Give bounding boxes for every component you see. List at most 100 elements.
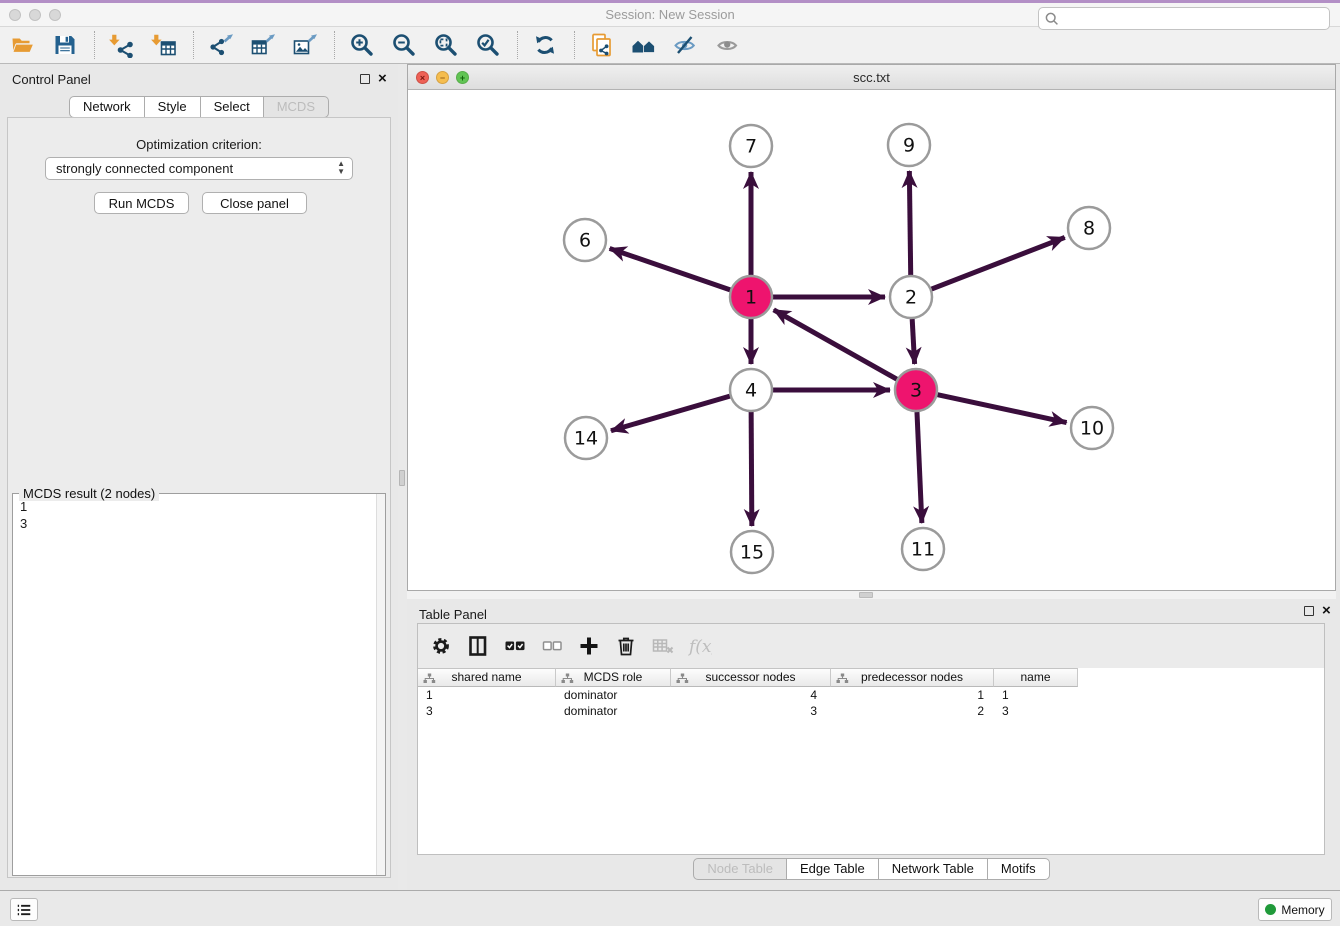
column-header-name[interactable]: name — [994, 668, 1078, 687]
add-column-button[interactable] — [574, 631, 604, 661]
table-row[interactable]: 1dominator411 — [418, 687, 1324, 703]
select-all-button[interactable] — [500, 631, 530, 661]
zoom-fit-button[interactable] — [429, 29, 463, 61]
zoom-in-button[interactable] — [345, 29, 379, 61]
svg-text:10: 10 — [1080, 418, 1104, 440]
svg-text:3: 3 — [910, 380, 922, 402]
graph-node-4[interactable]: 4 — [730, 369, 772, 411]
svg-text:9: 9 — [903, 135, 915, 157]
graph-edge-2-8[interactable] — [932, 237, 1065, 289]
column-header-predecessor-nodes[interactable]: predecessor nodes — [831, 668, 994, 687]
run-mcds-button[interactable]: Run MCDS — [94, 192, 189, 214]
tab-motifs[interactable]: Motifs — [988, 858, 1050, 880]
control-panel: Control Panel × NetworkStyleSelectMCDS O… — [0, 64, 398, 890]
graph-node-3[interactable]: 3 — [895, 369, 937, 411]
graph-edge-1-6[interactable] — [610, 248, 731, 289]
graph-edge-4-14[interactable] — [611, 396, 730, 431]
status-bar: Memory — [0, 890, 1340, 926]
table-cell: 3 — [994, 703, 1078, 719]
graph-edge-4-15[interactable] — [751, 412, 752, 526]
tab-select[interactable]: Select — [201, 96, 264, 118]
export-network-button[interactable] — [204, 29, 238, 61]
import-network-button[interactable] — [105, 29, 139, 61]
table-panel-title: Table Panel — [419, 607, 487, 622]
close-panel-icon[interactable]: × — [378, 73, 387, 85]
export-table-button[interactable] — [246, 29, 280, 61]
hide-selected-button[interactable] — [669, 29, 703, 61]
optimization-criterion-dropdown[interactable]: strongly connected component ▲▼ — [45, 157, 353, 180]
delete-button[interactable] — [611, 631, 641, 661]
table-cell: 2 — [831, 703, 994, 719]
select-all-icon — [503, 634, 527, 658]
graph-node-14[interactable]: 14 — [565, 417, 607, 459]
graph-node-6[interactable]: 6 — [564, 219, 606, 261]
graph-edge-2-9[interactable] — [909, 171, 910, 275]
svg-text:14: 14 — [574, 428, 598, 450]
deselect-all-button[interactable] — [537, 631, 567, 661]
graph-edge-3-1[interactable] — [774, 310, 897, 379]
horizontal-splitter-handle[interactable] — [859, 592, 873, 598]
table-header-row: shared name MCDS rolesuccessor nodesprede… — [418, 668, 1324, 687]
deselect-all-icon — [540, 634, 564, 658]
column-header-shared-name[interactable]: shared name — [418, 668, 556, 687]
tab-edge-table[interactable]: Edge Table — [787, 858, 879, 880]
zoom-selected-button[interactable] — [471, 29, 505, 61]
gear-icon — [429, 634, 453, 658]
vertical-splitter-handle[interactable] — [399, 470, 405, 486]
graph-edge-2-3[interactable] — [912, 319, 914, 364]
graph-node-2[interactable]: 2 — [890, 276, 932, 318]
task-history-button[interactable] — [10, 898, 38, 921]
gear-button[interactable] — [426, 631, 456, 661]
graph-edge-3-10[interactable] — [938, 395, 1067, 423]
graph-node-7[interactable]: 7 — [730, 125, 772, 167]
column-tree-icon — [676, 673, 689, 684]
import-network-icon — [109, 32, 135, 58]
float-panel-icon[interactable] — [360, 74, 370, 84]
refresh-layout-button[interactable] — [528, 29, 562, 61]
graph-edge-3-11[interactable] — [917, 412, 922, 523]
vertical-splitter[interactable] — [398, 64, 407, 890]
column-header-label: shared name — [451, 670, 521, 684]
float-table-panel-icon[interactable] — [1304, 606, 1314, 616]
close-table-panel-icon[interactable]: × — [1322, 605, 1331, 617]
svg-text:1: 1 — [745, 287, 757, 309]
open-session-button[interactable] — [6, 29, 40, 61]
graph-node-9[interactable]: 9 — [888, 124, 930, 166]
table-cell: 1 — [418, 687, 556, 703]
graph-node-11[interactable]: 11 — [902, 528, 944, 570]
table-cell: 3 — [671, 703, 831, 719]
export-image-button[interactable] — [288, 29, 322, 61]
zoom-out-button[interactable] — [387, 29, 421, 61]
memory-button[interactable]: Memory — [1258, 898, 1332, 921]
table-row[interactable]: 3dominator323 — [418, 703, 1324, 719]
tab-network-table[interactable]: Network Table — [879, 858, 988, 880]
delete-icon — [614, 634, 638, 658]
clone-network-button[interactable] — [585, 29, 619, 61]
show-all-button[interactable] — [711, 29, 745, 61]
horizontal-splitter[interactable] — [407, 591, 1336, 599]
graph-node-10[interactable]: 10 — [1071, 407, 1113, 449]
save-session-icon — [52, 32, 78, 58]
graph-node-8[interactable]: 8 — [1068, 207, 1110, 249]
import-table-button[interactable] — [147, 29, 181, 61]
table-cell: dominator — [556, 687, 671, 703]
graph-node-15[interactable]: 15 — [731, 531, 773, 573]
close-panel-button[interactable]: Close panel — [202, 192, 307, 214]
zoom-in-icon — [349, 32, 375, 58]
add-column-icon — [577, 634, 601, 658]
result-scrollbar[interactable] — [376, 494, 385, 875]
column-visibility-button[interactable] — [463, 631, 493, 661]
network-canvas[interactable]: 1 2 3 4 6 7 8 9 10 11 14 15 — [408, 90, 1335, 590]
tab-mcds[interactable]: MCDS — [264, 96, 329, 118]
save-session-button[interactable] — [48, 29, 82, 61]
first-neighbors-button[interactable] — [627, 29, 661, 61]
search-input[interactable] — [1038, 7, 1330, 30]
list-icon — [14, 900, 34, 920]
tab-style[interactable]: Style — [145, 96, 201, 118]
tab-node-table[interactable]: Node Table — [693, 858, 787, 880]
tab-network[interactable]: Network — [69, 96, 145, 118]
column-header-MCDS-role[interactable]: MCDS role — [556, 668, 671, 687]
graph-node-1[interactable]: 1 — [730, 276, 772, 318]
export-table-icon — [250, 32, 276, 58]
column-header-successor-nodes[interactable]: successor nodes — [671, 668, 831, 687]
